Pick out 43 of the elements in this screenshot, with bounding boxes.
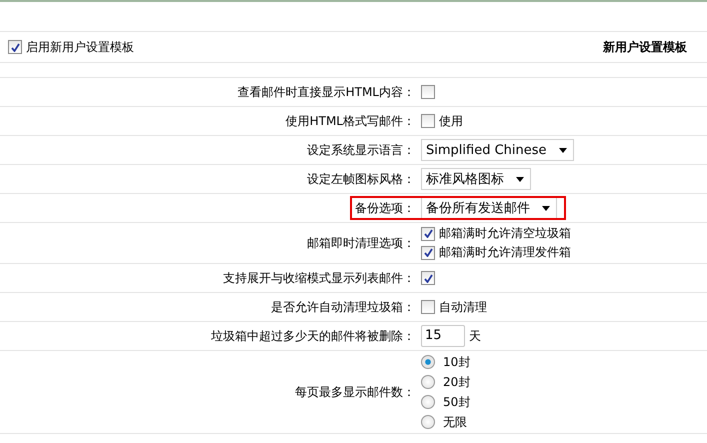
setting-label: 设定系统显示语言： (306, 142, 415, 158)
dropdown[interactable]: 备份所有发送邮件 (421, 197, 557, 219)
dropdown[interactable]: 标准风格图标 (421, 168, 531, 190)
setting-label: 垃圾箱中超过多少天的邮件将被删除： (210, 328, 415, 344)
checkbox[interactable] (421, 271, 435, 285)
setting-label: 每页最多显示邮件数： (294, 384, 415, 400)
checkbox[interactable] (421, 114, 435, 128)
radio-button[interactable] (421, 395, 435, 409)
checkmark-icon (424, 248, 432, 257)
radio-label: 无限 (443, 414, 467, 430)
checkbox[interactable] (8, 40, 22, 54)
checkmark-icon (424, 229, 432, 238)
checkbox[interactable] (421, 246, 435, 260)
setting-label: 支持展开与收缩模式显示列表邮件： (222, 270, 415, 286)
setting-label: 是否允许自动清理垃圾箱： (270, 298, 415, 316)
checkbox[interactable] (421, 226, 435, 240)
section-title: 新用户设置模板 (603, 38, 687, 56)
setting-label: 邮箱即时清理选项： (306, 234, 415, 252)
checkbox[interactable] (421, 85, 435, 99)
setting-label: 设定左帧图标风格： (306, 170, 415, 188)
checkbox-label: 邮箱满时允许清理发件箱 (439, 244, 571, 261)
radio-button[interactable] (421, 375, 435, 389)
checkbox-label: 使用 (439, 112, 463, 130)
checkbox[interactable] (421, 300, 435, 314)
checkbox-label: 自动清理 (439, 298, 487, 316)
checkmark-icon (10, 42, 20, 52)
setting-label: 备份选项： (354, 200, 415, 216)
radio-label: 10封 (443, 354, 470, 370)
radio-button[interactable] (421, 355, 435, 369)
caret-icon (542, 206, 550, 210)
checkbox-label: 邮箱满时允许清空垃圾箱 (439, 225, 571, 242)
setting-label: 使用HTML格式写邮件： (284, 112, 415, 130)
caret-icon (516, 176, 524, 182)
radio-label: 20封 (443, 374, 470, 390)
dropdown[interactable]: Simplified Chinese (421, 139, 574, 161)
input-field[interactable]: 15 (421, 325, 465, 347)
checkbox-label: 启用新用户设置模板 (26, 38, 134, 56)
checkmark-icon (424, 274, 432, 282)
radio-button[interactable] (421, 415, 435, 429)
caret-icon (558, 148, 567, 152)
setting-label: 查看邮件时直接显示HTML内容： (236, 84, 415, 100)
radio-label: 50封 (443, 394, 470, 410)
unit-label: 天 (469, 328, 481, 344)
